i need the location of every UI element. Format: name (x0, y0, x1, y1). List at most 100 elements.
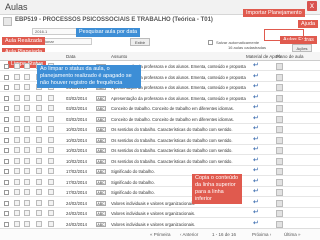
next-page-link[interactable]: Próxima › (252, 232, 271, 237)
return-arrow-icon[interactable]: ↵ (253, 178, 261, 186)
table-row[interactable]: 10/02/2014 ABC Os sentidos do trabalho. Ca… (0, 157, 320, 166)
edit-icon[interactable] (48, 147, 54, 153)
row-checkbox[interactable] (4, 85, 9, 90)
return-arrow-icon[interactable]: ↵ (253, 83, 261, 91)
status-realizada-icon[interactable] (14, 126, 20, 132)
limpa-status-icon[interactable] (36, 115, 42, 122)
status-realizada-icon[interactable] (14, 189, 20, 195)
status-realizada-icon[interactable] (14, 210, 20, 216)
plano-cell[interactable] (276, 136, 283, 144)
return-arrow-icon[interactable]: ↵ (253, 62, 261, 70)
row-checkbox[interactable] (4, 64, 9, 69)
edit-icon[interactable] (48, 126, 54, 132)
edit-icon[interactable] (48, 136, 54, 143)
table-row[interactable]: 17/02/2014 ABC Significado do trabalho. ↵ (0, 188, 320, 197)
limpa-status-icon[interactable] (36, 147, 42, 153)
status-realizada-icon[interactable] (14, 168, 20, 174)
edit-icon[interactable] (48, 220, 54, 227)
prev-page-link[interactable]: ‹ Anterior (180, 232, 198, 237)
status-planejada-icon[interactable] (24, 147, 30, 153)
limpa-status-icon[interactable] (36, 157, 42, 164)
table-row[interactable]: 10/02/2014 ABC Os sentidos do trabalho. Ca… (0, 125, 320, 134)
row-subject[interactable]: Valores individuais e valores organizaci… (111, 222, 246, 227)
row-checkbox[interactable] (4, 127, 9, 132)
limpa-status-icon[interactable] (36, 189, 42, 195)
edit-icon[interactable] (48, 94, 54, 101)
limpa-status-icon[interactable] (36, 168, 42, 174)
row-checkbox[interactable] (4, 116, 9, 122)
table-row[interactable]: 10/02/2014 ABC Os sentidos do trabalho. Ca… (0, 136, 320, 145)
return-arrow-icon[interactable]: ↵ (253, 199, 261, 207)
status-planejada-icon[interactable] (24, 115, 30, 122)
row-checkbox[interactable] (4, 179, 9, 185)
row-subject[interactable]: Os sentidos do trabalho. Características… (111, 138, 246, 143)
return-arrow-icon[interactable]: ↵ (253, 73, 261, 81)
close-icon[interactable]: x (307, 1, 317, 11)
semester-select[interactable]: 2016.1 (32, 28, 82, 35)
plano-cell[interactable] (276, 105, 283, 112)
row-checkbox[interactable] (4, 158, 9, 164)
limpa-status-icon[interactable] (36, 220, 42, 227)
status-realizada-icon[interactable] (14, 63, 20, 69)
show-button[interactable]: Exibir (130, 38, 150, 46)
edit-icon[interactable] (48, 199, 54, 206)
status-planejada-icon[interactable] (24, 178, 30, 185)
table-row[interactable]: 03/02/2014 ABC Apresentação da professora … (0, 94, 320, 103)
return-arrow-icon[interactable]: ↵ (253, 125, 261, 133)
plano-cell[interactable] (276, 126, 283, 133)
table-row[interactable]: 17/02/2014 ABC Significado do trabalho. ↵ (0, 167, 320, 176)
status-realizada-icon[interactable] (14, 94, 20, 101)
status-planejada-icon[interactable] (24, 189, 30, 195)
row-checkbox[interactable] (4, 211, 9, 216)
plano-cell[interactable] (276, 157, 283, 165)
table-row[interactable]: 03/02/2014 ABC Conceito de trabalho. Conce… (0, 104, 320, 113)
row-subject[interactable]: Conceito de trabalho. Conceito de trabal… (111, 106, 246, 111)
actions-button[interactable]: Ações (292, 44, 312, 52)
plano-cell[interactable] (276, 178, 283, 186)
status-realizada-icon[interactable] (14, 178, 20, 185)
autosave-checkbox[interactable] (208, 40, 213, 45)
row-subject[interactable]: Os sentidos do trabalho. Características… (111, 159, 246, 164)
plano-cell[interactable] (276, 168, 283, 175)
table-row[interactable]: 24/02/2014 ABC Valores individuais e valor… (0, 209, 320, 218)
return-arrow-icon[interactable]: ↵ (253, 104, 261, 112)
return-arrow-icon[interactable]: ↵ (253, 146, 261, 154)
row-checkbox[interactable] (4, 95, 9, 101)
status-realizada-icon[interactable] (14, 73, 20, 80)
status-planejada-icon[interactable] (24, 157, 30, 164)
plano-cell[interactable] (276, 199, 283, 207)
return-arrow-icon[interactable]: ↵ (253, 94, 261, 102)
edit-icon[interactable] (48, 168, 54, 174)
edit-icon[interactable] (48, 189, 54, 195)
return-arrow-icon[interactable]: ↵ (253, 209, 261, 217)
status-planejada-icon[interactable] (24, 199, 30, 206)
last-page-link[interactable]: Última » (284, 232, 301, 237)
status-planejada-icon[interactable] (24, 210, 30, 216)
row-subject[interactable]: Valores individuais e valores organizaci… (111, 211, 246, 216)
status-realizada-icon[interactable] (14, 105, 20, 111)
status-planejada-icon[interactable] (24, 63, 30, 69)
table-row[interactable]: 03/02/2014 ABC Conceito de trabalho. Conce… (0, 115, 320, 124)
status-realizada-icon[interactable] (14, 199, 20, 206)
edit-icon[interactable] (48, 210, 54, 216)
return-arrow-icon[interactable]: ↵ (253, 136, 261, 144)
limpa-status-icon[interactable] (36, 210, 42, 216)
plano-cell[interactable] (276, 84, 283, 91)
status-realizada-icon[interactable] (14, 136, 20, 143)
plano-cell[interactable] (276, 115, 283, 123)
status-realizada-icon[interactable] (14, 115, 20, 122)
return-arrow-icon[interactable]: ↵ (253, 115, 261, 123)
limpa-status-icon[interactable] (36, 199, 42, 206)
table-row[interactable]: 24/02/2014 ABC Valores individuais e valor… (0, 199, 320, 208)
row-checkbox[interactable] (4, 190, 9, 195)
return-arrow-icon[interactable]: ↵ (253, 188, 261, 196)
plano-cell[interactable] (276, 63, 283, 70)
row-checkbox[interactable] (4, 169, 9, 174)
edit-icon[interactable] (48, 178, 54, 185)
plano-cell[interactable] (276, 94, 283, 102)
status-planejada-icon[interactable] (24, 168, 30, 174)
row-checkbox[interactable] (4, 137, 9, 143)
status-planejada-icon[interactable] (24, 73, 30, 80)
status-realizada-icon[interactable] (14, 84, 20, 90)
status-realizada-icon[interactable] (14, 220, 20, 227)
